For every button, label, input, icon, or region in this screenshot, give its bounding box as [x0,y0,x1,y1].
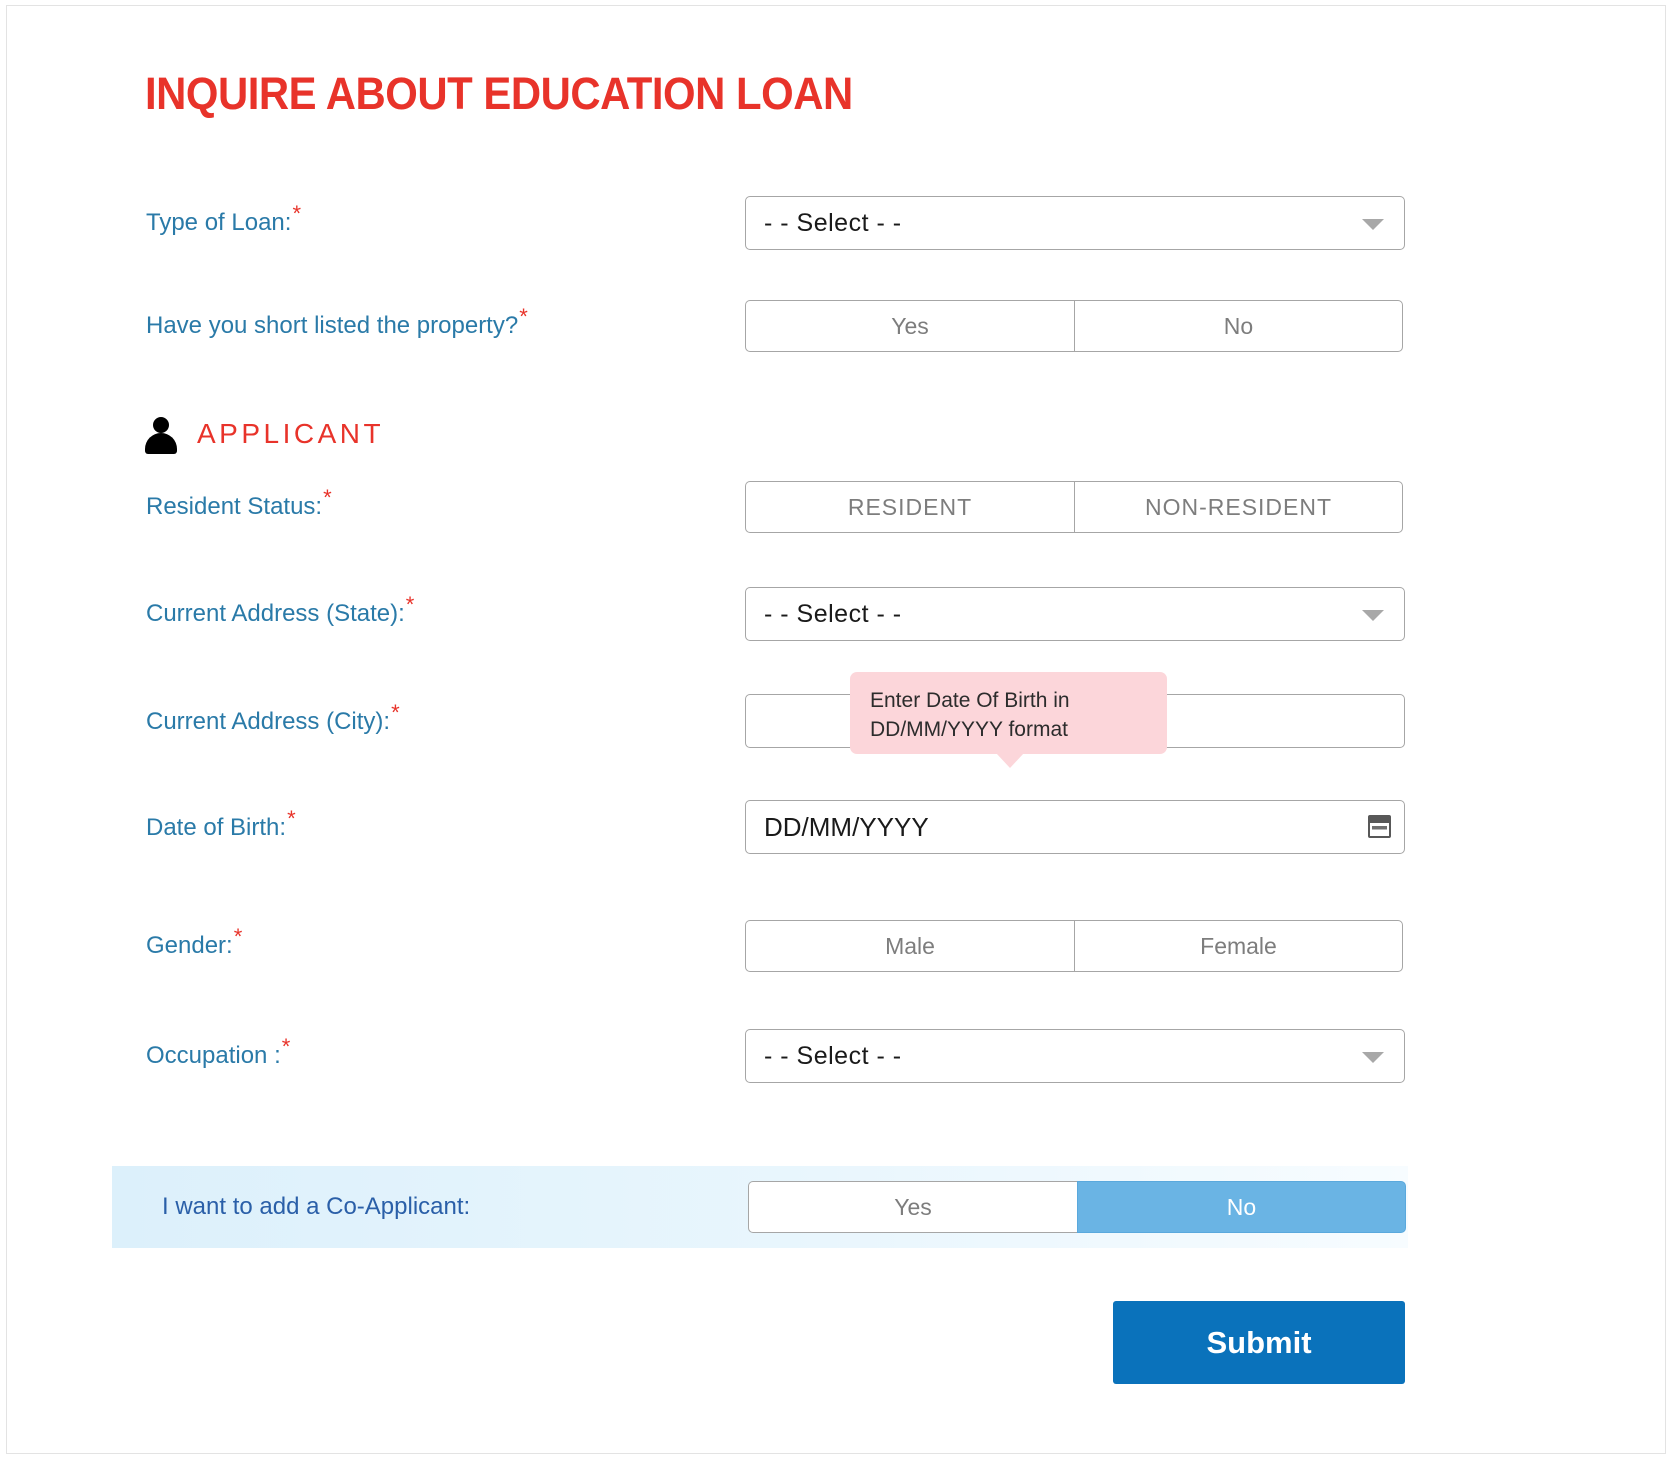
person-icon [144,415,178,454]
chevron-down-icon [1362,1052,1384,1063]
toggle-option-yes[interactable]: Yes [745,300,1074,352]
required-asterisk: * [405,592,415,617]
field-row-current-address-state: Current Address (State):* - - Select - - [0,586,1674,642]
toggle-option-no[interactable]: No [1077,1181,1406,1233]
label-text: Resident Status: [146,493,323,520]
tooltip-line-1: Enter Date Of Birth in [870,689,1070,712]
toggle-gender: Male Female [745,920,1403,972]
section-header-applicant: APPLICANT [144,409,384,459]
toggle-option-female[interactable]: Female [1074,920,1403,972]
tooltip-date-of-birth: Enter Date Of Birth in DD/MM/YYYY format [850,672,1167,768]
label-short-listed-property: Have you short listed the property?* [146,298,528,354]
toggle-option-no[interactable]: No [1074,300,1403,352]
required-asterisk: * [391,700,400,725]
toggle-option-yes[interactable]: Yes [748,1181,1077,1233]
form-content: INQUIRE ABOUT EDUCATION LOAN Type of Loa… [0,0,1674,1461]
chevron-down-icon [1362,610,1384,621]
toggle-resident-status: RESIDENT NON-RESIDENT [745,481,1403,533]
calendar-icon[interactable] [1368,815,1391,838]
toggle-short-listed-property: Yes No [745,300,1403,352]
toggle-option-resident[interactable]: RESIDENT [745,481,1074,533]
toggle-option-non-resident[interactable]: NON-RESIDENT [1074,481,1403,533]
toggle-co-applicant: Yes No [748,1181,1406,1233]
label-co-applicant: I want to add a Co-Applicant: [162,1193,471,1220]
select-type-of-loan[interactable]: - - Select - - [745,196,1405,250]
label-text: Have you short listed the property? [146,312,519,339]
select-occupation-value: - - Select - - [764,1042,902,1070]
label-text: Type of Loan: [146,209,292,236]
section-header-label: APPLICANT [197,418,385,449]
label-type-of-loan: Type of Loan:* [146,195,301,251]
label-occupation: Occupation :* [146,1028,290,1084]
tooltip-pointer [996,753,1024,768]
submit-button[interactable]: Submit [1113,1301,1405,1384]
page-title: INQUIRE ABOUT EDUCATION LOAN [145,68,853,119]
select-current-address-state-value: - - Select - - [764,600,902,628]
field-row-short-listed-property: Have you short listed the property?* Yes… [0,298,1674,354]
label-gender: Gender:* [146,918,242,974]
required-asterisk: * [287,806,296,831]
select-current-address-state[interactable]: - - Select - - [745,587,1405,641]
field-row-type-of-loan: Type of Loan:* - - Select - - [0,195,1674,251]
select-occupation[interactable]: - - Select - - [745,1029,1405,1083]
field-row-resident-status: Resident Status:* RESIDENT NON-RESIDENT [0,479,1674,535]
required-asterisk: * [281,1034,291,1059]
loan-inquiry-page: INQUIRE ABOUT EDUCATION LOAN Type of Loa… [0,0,1674,1461]
label-text: Occupation : [146,1042,281,1069]
field-row-occupation: Occupation :* - - Select - - [0,1028,1674,1084]
label-text: Current Address (City): [146,708,391,735]
label-text: Current Address (State): [146,600,405,627]
field-row-gender: Gender:* Male Female [0,918,1674,974]
required-asterisk: * [519,304,528,329]
toggle-option-male[interactable]: Male [745,920,1074,972]
input-date-of-birth[interactable] [745,800,1405,854]
select-type-of-loan-value: - - Select - - [764,209,902,237]
tooltip-line-2: DD/MM/YYYY format [870,718,1068,741]
label-resident-status: Resident Status:* [146,479,332,535]
required-asterisk: * [292,201,302,226]
label-text: Date of Birth: [146,814,287,841]
field-row-current-address-city: Current Address (City):* [0,694,1674,750]
label-date-of-birth: Date of Birth:* [146,800,296,856]
label-current-address-state: Current Address (State):* [146,586,414,642]
label-text: Gender: [146,932,233,959]
required-asterisk: * [323,485,332,510]
required-asterisk: * [233,924,243,949]
field-row-date-of-birth: Date of Birth:* [0,800,1674,856]
chevron-down-icon [1362,219,1384,230]
label-current-address-city: Current Address (City):* [146,694,400,750]
